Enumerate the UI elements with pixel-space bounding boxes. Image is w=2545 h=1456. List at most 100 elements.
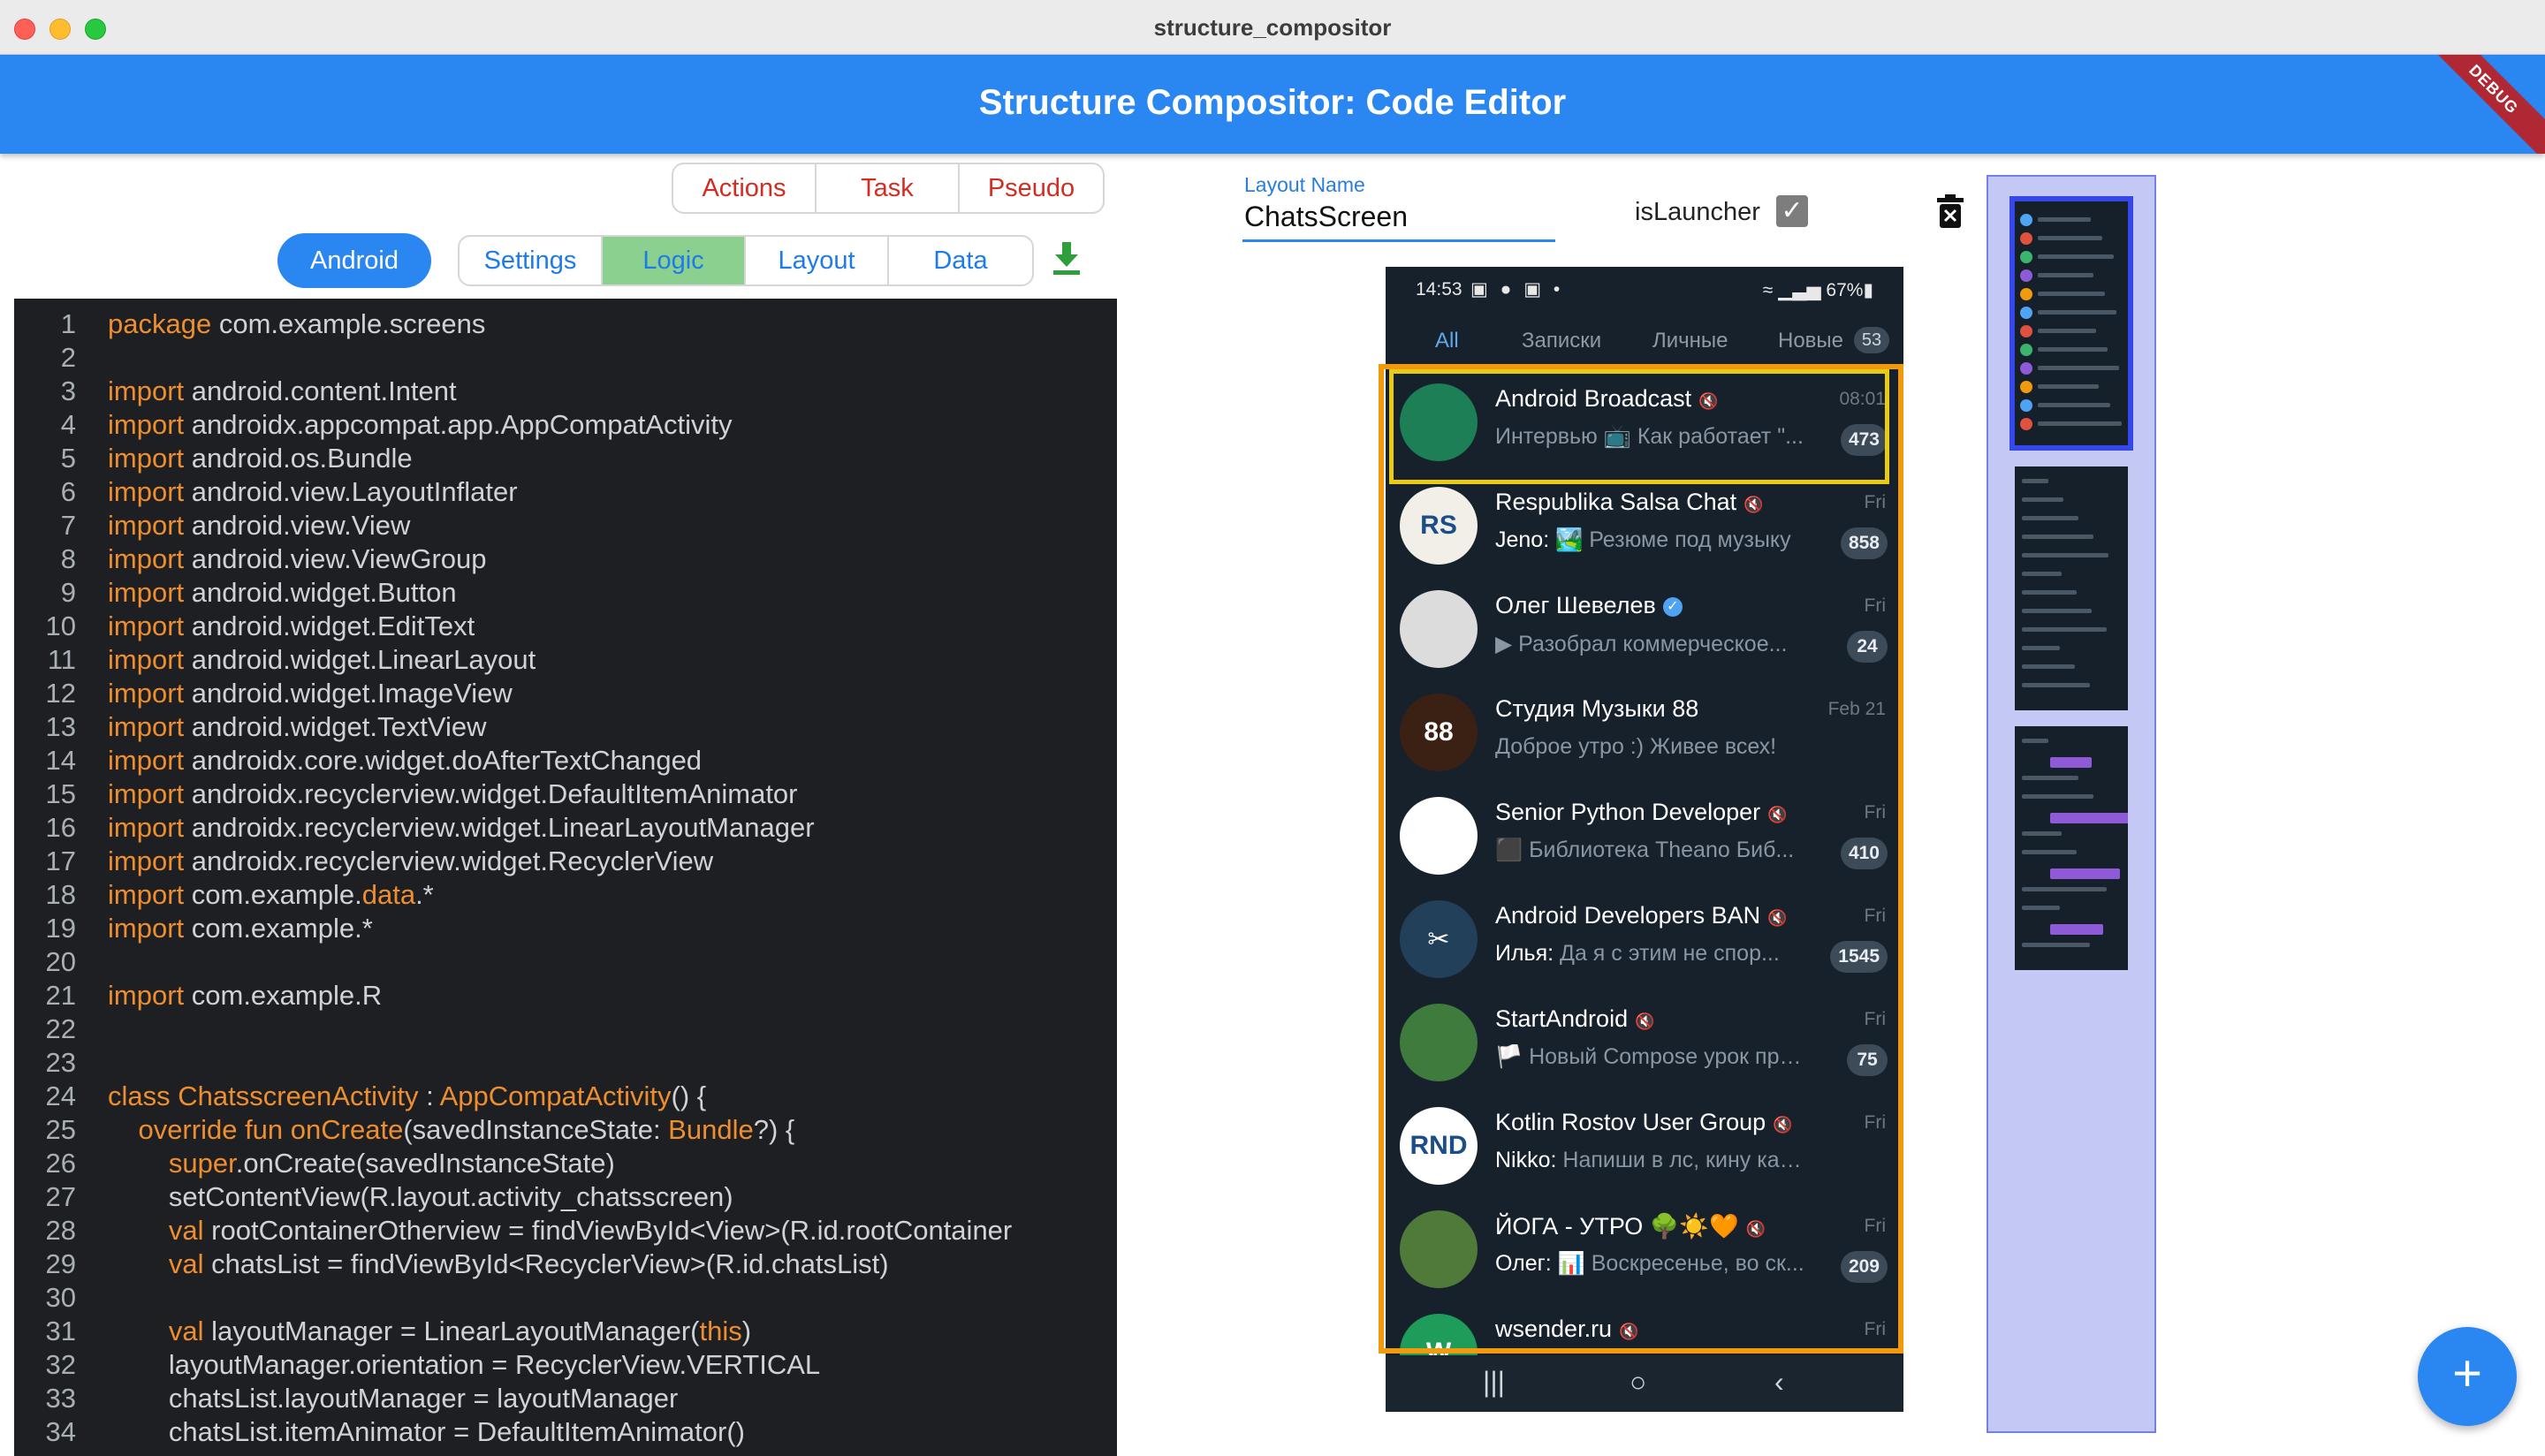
chat-message: Интервью 📺 Как работает "... (1495, 424, 1804, 449)
thumbnail-avatar (2020, 307, 2032, 319)
code-keyword: import (108, 409, 185, 440)
chat-title: Студия Музыки 88 (1495, 695, 1699, 722)
status-battery: ≈ ▁▃▅ 67%▮ (1762, 280, 1873, 300)
folder-tab-personal[interactable]: Личные (1652, 329, 1728, 353)
chat-row[interactable]: RS Respublika Salsa Chat 🔇 Fri Jeno: 🏞️ Резю… (1386, 473, 1903, 576)
chat-row[interactable]: Senior Python Developer 🔇 Fri ⬛ Библиотека … (1386, 783, 1903, 886)
code-line: 8 import android.view.ViewGroup (14, 542, 1117, 576)
thumbnail-line (2022, 479, 2048, 483)
chat-row[interactable]: 88 Студия Музыки 88 Feb 21 Доброе утро :) Ж… (1386, 679, 1903, 783)
chat-row[interactable]: StartAndroid 🔇 Fri 🏳️ Новый Compose урок пр… (1386, 990, 1903, 1093)
thumbnail-avatar (2020, 232, 2032, 245)
chat-time: Fri (1864, 595, 1887, 616)
code-line: 19 import com.example.* (14, 912, 1117, 945)
folder-tab-all[interactable]: All (1435, 329, 1459, 353)
is-launcher-checkbox[interactable]: ✓ (1776, 195, 1808, 227)
chat-row[interactable]: RND Kotlin Rostov User Group 🔇 Fri Nikko: На… (1386, 1093, 1903, 1196)
code-text: import com.example.* (108, 912, 373, 945)
code-text: import android.os.Bundle (108, 442, 413, 475)
screen-thumbnail-2[interactable] (2015, 466, 2128, 710)
code-line: 13 import android.widget.TextView (14, 710, 1117, 744)
code-token: .onCreate(savedInstanceState) (235, 1148, 615, 1179)
thumbnail-line (2022, 609, 2092, 613)
layout-name-input[interactable] (1242, 194, 1555, 242)
folder-tab-notes[interactable]: Записки (1522, 329, 1601, 353)
code-line: 31 val layoutManager = LinearLayoutManag… (14, 1315, 1117, 1348)
tab-layout[interactable]: Layout (746, 237, 889, 284)
chat-title: StartAndroid (1495, 1005, 1629, 1032)
code-keyword: import (108, 913, 185, 944)
code-text: val layoutManager = LinearLayoutManager(… (108, 1315, 751, 1348)
chat-avatar (1400, 797, 1478, 875)
thumbnail-line (2022, 646, 2060, 650)
line-number: 25 (45, 1114, 76, 1145)
download-icon[interactable] (1052, 240, 1082, 276)
tab-task[interactable]: Task (817, 164, 960, 212)
thumbnail-line (2038, 236, 2102, 240)
code-token: androidx.recyclerview.widget.DefaultItem… (184, 778, 798, 809)
code-line: 6 import android.view.LayoutInflater (14, 475, 1117, 509)
code-text: import com.example.data.* (108, 878, 434, 912)
code-token: chatsList = findViewById<RecyclerView>(R… (203, 1248, 889, 1279)
thumbnail-line (2038, 310, 2116, 315)
layout-name-label: Layout Name (1244, 173, 1365, 196)
android-platform-button[interactable]: Android (277, 233, 431, 288)
unread-badge: 473 (1840, 424, 1888, 456)
code-line: 27 setContentView(R.layout.activity_chat… (14, 1180, 1117, 1214)
code-token: .* (415, 879, 434, 910)
chat-row[interactable]: Android Broadcast 🔇 08:01 Интервью 📺 Как ра… (1386, 369, 1903, 473)
line-number: 34 (45, 1416, 76, 1447)
line-number: 23 (45, 1047, 76, 1078)
thumbnail-line (2022, 572, 2062, 576)
recent-apps-icon[interactable]: ||| (1483, 1366, 1505, 1399)
tab-logic[interactable]: Logic (603, 237, 746, 284)
line-number: 18 (45, 879, 76, 910)
line-number: 15 (45, 778, 76, 809)
delete-icon[interactable] (1937, 194, 1964, 228)
thumbnail-avatar (2020, 399, 2032, 412)
code-token: android.view.ViewGroup (184, 543, 487, 574)
chat-row[interactable]: Олег Шевелев ✓ Fri ▶ Разобрал коммерческое.… (1386, 576, 1903, 679)
code-line: 2 (14, 341, 1117, 375)
screen-thumbnail-3[interactable] (2015, 726, 2128, 970)
chat-title: Android Developers BAN (1495, 902, 1761, 929)
back-icon[interactable]: ‹ (1774, 1366, 1784, 1399)
chat-message: 📊 Воскресенье, во ск... (1551, 1251, 1804, 1276)
chat-message: Доброе утро :) Живее всех! (1495, 734, 1777, 759)
code-keyword: val (168, 1215, 204, 1246)
editor-tab-group: Settings Logic Layout Data (458, 235, 1034, 286)
line-number: 5 (60, 443, 76, 474)
tab-pseudo[interactable]: Pseudo (960, 164, 1103, 212)
chat-avatar: 88 (1400, 694, 1478, 771)
line-number: 10 (45, 610, 76, 641)
screen-thumbnail-1[interactable] (2009, 196, 2133, 451)
chat-sender: Jeno: (1495, 527, 1550, 552)
tab-settings[interactable]: Settings (460, 237, 603, 284)
chat-row[interactable]: ✂ Android Developers BAN 🔇 Fri Илья: Да я с … (1386, 886, 1903, 990)
chat-name: wsender.ru 🔇 (1495, 1316, 1639, 1343)
thumbnail-line (2038, 254, 2114, 259)
unread-badge: 75 (1847, 1044, 1888, 1076)
chat-preview: ⬛ Библиотека Theano Биб... (1495, 838, 1804, 863)
tab-data[interactable]: Data (889, 237, 1032, 284)
home-icon[interactable]: ○ (1630, 1366, 1646, 1399)
code-editor[interactable]: 1 package com.example.screens 2 3 import and… (14, 299, 1117, 1456)
muted-icon: 🔇 (1619, 1323, 1639, 1340)
unread-badge: 1545 (1830, 941, 1888, 973)
add-button[interactable]: + (2418, 1327, 2517, 1426)
chat-folder-tabs: All Записки Личные Новые 53 (1386, 320, 1903, 373)
folder-tab-new[interactable]: Новые (1778, 329, 1843, 353)
code-text: import androidx.recyclerview.widget.Defa… (108, 777, 798, 811)
chat-row[interactable]: ЙОГА - УТРО 🌳☀️🧡 🔇 Fri Олег: 📊 Воскресенье,… (1386, 1196, 1903, 1300)
tab-actions[interactable]: Actions (673, 164, 817, 212)
top-tab-group: Actions Task Pseudo (672, 163, 1105, 214)
chat-avatar (1400, 1004, 1478, 1081)
code-token: android.widget.LinearLayout (184, 644, 536, 675)
code-keyword: val (168, 1248, 204, 1279)
code-token: : (418, 1081, 440, 1111)
folder-tab-new-badge: 53 (1854, 327, 1889, 353)
